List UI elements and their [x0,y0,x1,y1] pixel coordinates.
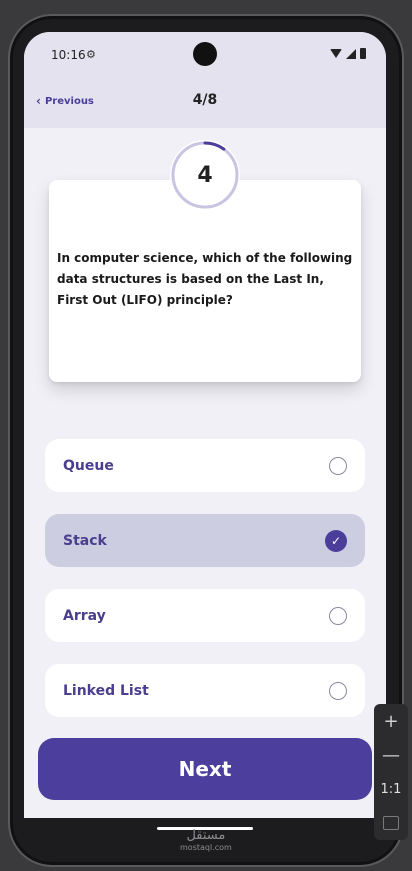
question-text: In computer science, which of the follow… [57,251,353,307]
radio-empty-icon[interactable] [329,456,347,475]
question-progress: 4/8 [192,92,218,108]
status-time: 10:16 [51,48,86,62]
question-card: In computer science, which of the follow… [49,180,361,382]
watermark-arabic: مستقل [186,828,226,843]
zoom-ratio-button[interactable]: 1:1 [381,772,402,806]
option-stack[interactable]: Stack ✓ [45,514,365,567]
question-number: 4 [197,162,213,188]
option-label: Array [63,607,106,624]
option-label: Queue [63,457,114,474]
watermark: مستقل mostaql.com [180,828,232,854]
fit-screen-icon [383,816,399,830]
radio-empty-icon[interactable] [329,606,347,625]
signal-icon [346,48,356,59]
header-area: 10:16 ⚙ ‹ Previous 4/8 [24,32,386,128]
option-linked-list[interactable]: Linked List [45,664,365,717]
option-label: Linked List [63,682,149,699]
option-queue[interactable]: Queue [45,439,365,492]
status-icons [330,48,366,59]
battery-icon [360,48,366,59]
option-label: Stack [63,532,107,549]
settings-status-icon: ⚙ [86,48,96,61]
check-circle-icon[interactable]: ✓ [325,529,347,552]
camera-cutout [193,42,217,66]
option-array[interactable]: Array [45,589,365,642]
next-button[interactable]: Next [38,738,372,800]
watermark-domain: mostaql.com [180,843,232,852]
question-counter: 4 [170,140,240,210]
emulator-zoom-panel: + — 1:1 [374,704,408,840]
radio-empty-icon[interactable] [329,681,347,700]
zoom-out-button[interactable]: — [374,738,408,772]
wifi-icon [330,49,342,58]
app-screen: 10:16 ⚙ ‹ Previous 4/8 In computer scien… [24,32,386,840]
fit-screen-button[interactable] [374,806,408,840]
zoom-in-button[interactable]: + [374,704,408,738]
